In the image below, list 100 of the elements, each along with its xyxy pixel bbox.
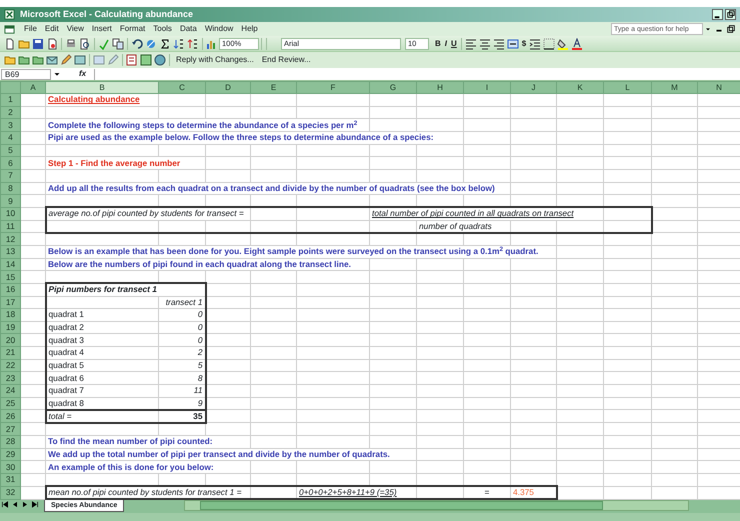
column-header[interactable]: E: [250, 82, 296, 94]
pencil-icon[interactable]: [60, 54, 72, 66]
table-cell: mean no.of pipi counted by students for transect 1 =: [46, 486, 250, 500]
table-cell: 0: [158, 321, 206, 334]
end-review-button[interactable]: End Review...: [262, 54, 311, 66]
row-header[interactable]: 20: [0, 334, 20, 347]
row-header[interactable]: 19: [0, 321, 20, 334]
row-header[interactable]: 32: [0, 486, 20, 500]
bold-button[interactable]: B: [433, 38, 443, 50]
menu-item[interactable]: View: [66, 23, 84, 35]
folder-icon[interactable]: [32, 54, 44, 66]
currency-button[interactable]: $: [520, 38, 528, 50]
row-header[interactable]: 15: [0, 270, 20, 284]
folder-icon[interactable]: [18, 54, 30, 66]
restore-icon[interactable]: [725, 9, 736, 20]
sort-ascending-icon[interactable]: [173, 38, 185, 50]
row-header[interactable]: 9: [0, 194, 20, 208]
column-header[interactable]: B: [46, 82, 158, 94]
last-sheet-icon[interactable]: [31, 500, 39, 510]
envelope-icon[interactable]: [46, 54, 58, 66]
sort-descending-icon[interactable]: [187, 38, 199, 50]
menu-item[interactable]: Window: [204, 23, 234, 35]
row-header[interactable]: 26: [0, 410, 20, 423]
row-header[interactable]: 6: [0, 156, 20, 170]
borders-icon[interactable]: [543, 38, 556, 50]
name-box[interactable]: B69: [1, 68, 51, 80]
row-header[interactable]: 7: [0, 169, 20, 182]
menu-item[interactable]: Tools: [153, 23, 172, 35]
row-header[interactable]: 31: [0, 474, 20, 486]
save-icon[interactable]: [32, 38, 44, 50]
row-header[interactable]: 24: [0, 384, 20, 398]
row-header[interactable]: 14: [0, 258, 20, 271]
horizontal-scrollbar[interactable]: [184, 500, 690, 512]
italic-button[interactable]: I: [442, 38, 450, 50]
previous-sheet-icon[interactable]: [11, 500, 19, 510]
row-header[interactable]: 8: [0, 182, 20, 195]
align-center-icon[interactable]: [478, 38, 491, 50]
table-cell: quadrat 7: [46, 384, 158, 398]
row-header[interactable]: 16: [0, 283, 20, 296]
row-header[interactable]: 4: [0, 131, 20, 144]
column-header[interactable]: J: [510, 82, 556, 94]
folder-icon[interactable]: [4, 54, 16, 66]
workbook-icon[interactable]: [4, 24, 15, 34]
undo-icon[interactable]: [131, 38, 143, 50]
column-header[interactable]: D: [206, 82, 250, 94]
row-header[interactable]: 17: [0, 296, 20, 309]
align-left-icon[interactable]: [464, 38, 477, 50]
column-header[interactable]: L: [604, 82, 652, 94]
row-header[interactable]: 21: [0, 346, 20, 360]
row-header[interactable]: 23: [0, 372, 20, 385]
column-header[interactable]: I: [464, 82, 510, 94]
menu-item[interactable]: Edit: [44, 23, 59, 35]
sheet-icon[interactable]: [74, 54, 86, 66]
row-header[interactable]: 30: [0, 460, 20, 474]
row-header[interactable]: 11: [0, 220, 20, 233]
first-sheet-icon[interactable]: [1, 500, 9, 510]
reply-with-changes-button[interactable]: Reply with Changes...: [176, 54, 254, 66]
row-header[interactable]: 2: [0, 106, 20, 119]
row-header[interactable]: 12: [0, 232, 20, 246]
column-header[interactable]: A: [20, 82, 46, 94]
minimize-icon[interactable]: [712, 9, 723, 20]
row-header[interactable]: 1: [0, 94, 20, 106]
print-preview-icon[interactable]: [79, 38, 91, 50]
row-header[interactable]: 18: [0, 308, 20, 322]
insert-function-button[interactable]: fx: [79, 68, 86, 80]
row-header[interactable]: 5: [0, 144, 20, 157]
font-color-icon[interactable]: [571, 38, 584, 50]
menu-item[interactable]: Data: [180, 23, 197, 35]
row-header[interactable]: 28: [0, 436, 20, 448]
menu-item[interactable]: Help: [241, 23, 258, 35]
column-header[interactable]: F: [296, 82, 370, 94]
indent-icon[interactable]: [529, 38, 542, 50]
next-sheet-icon[interactable]: [21, 500, 29, 510]
row-header[interactable]: 22: [0, 359, 20, 372]
row-header[interactable]: 10: [0, 207, 20, 220]
row-header[interactable]: 25: [0, 397, 20, 410]
print-icon[interactable]: [65, 38, 77, 50]
table-cell: 8: [158, 372, 206, 385]
table-cell: 11: [158, 384, 206, 398]
row-header[interactable]: 13: [0, 245, 20, 258]
menu-item[interactable]: File: [24, 23, 37, 35]
merge-center-icon[interactable]: [506, 38, 519, 50]
column-header[interactable]: G: [370, 82, 416, 94]
table-cell: total =: [46, 410, 158, 423]
align-right-icon[interactable]: [492, 38, 505, 50]
column-header[interactable]: N: [698, 82, 740, 94]
restore-icon[interactable]: [726, 24, 736, 34]
row-header[interactable]: 3: [0, 118, 20, 132]
fill-color-icon[interactable]: [557, 38, 570, 50]
row-header[interactable]: 29: [0, 448, 20, 461]
menu-item[interactable]: Format: [120, 23, 146, 35]
menu-item[interactable]: Insert: [92, 23, 112, 35]
column-header[interactable]: M: [652, 82, 698, 94]
underline-button[interactable]: U: [449, 38, 459, 50]
autosum-icon[interactable]: [159, 38, 171, 50]
column-header[interactable]: H: [416, 82, 464, 94]
row-header[interactable]: 27: [0, 422, 20, 436]
copy-icon[interactable]: [112, 38, 124, 50]
column-header[interactable]: C: [158, 82, 206, 94]
column-header[interactable]: K: [556, 82, 604, 94]
